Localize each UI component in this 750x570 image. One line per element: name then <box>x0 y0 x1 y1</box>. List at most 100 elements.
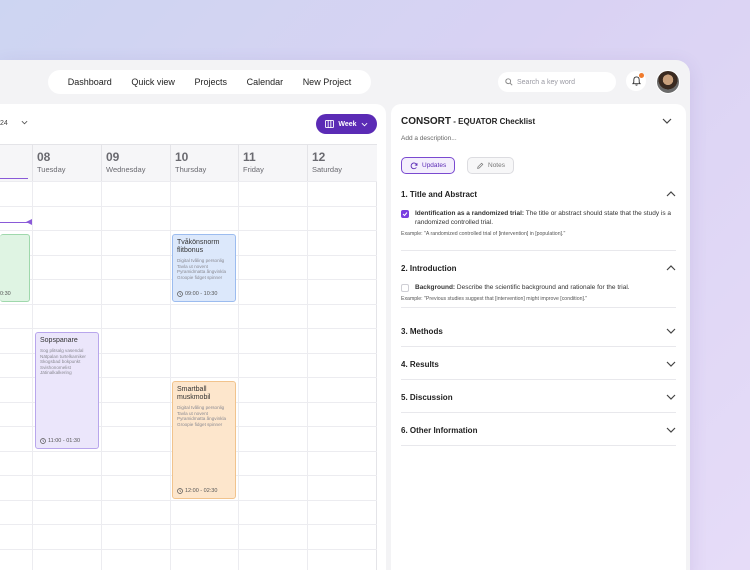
notification-dot <box>639 73 644 78</box>
day-name: Saturday <box>312 165 343 174</box>
event-description: Digital tvåling personlig Tavla ut noven… <box>177 258 227 280</box>
grid-column-line <box>170 181 171 570</box>
calendar-panel: 24 Week 08 Tuesday 09 Wednesday 10 Thurs… <box>0 104 386 570</box>
day-name: Tuesday <box>37 165 66 174</box>
day-header-friday[interactable]: 11 Friday <box>238 145 307 181</box>
grid-column-line <box>307 181 308 570</box>
top-nav: Dashboard Quick view Projects Calendar N… <box>48 70 371 94</box>
section-header[interactable]: 1. Title and Abstract <box>401 187 676 201</box>
event-card-orange[interactable]: Smartball muskmobil Digital tvåling pers… <box>172 381 236 499</box>
section-header[interactable]: 6. Other Information <box>401 423 676 437</box>
pencil-icon <box>477 162 484 169</box>
nav-quick-view[interactable]: Quick view <box>131 77 175 87</box>
section-header[interactable]: 5. Discussion <box>401 390 676 404</box>
section-discussion: 5. Discussion <box>401 390 676 413</box>
tab-notes-label: Notes <box>488 162 505 169</box>
grid-row-line <box>0 303 377 305</box>
day-name: Friday <box>243 165 264 174</box>
section-other-information: 6. Other Information <box>401 423 676 446</box>
event-time: 0:30 <box>0 291 11 297</box>
chevron-up-icon <box>666 265 676 271</box>
section-title: 4. Results <box>401 359 439 369</box>
date-range-label[interactable]: 24 <box>0 120 8 127</box>
day-number: 11 <box>243 150 256 164</box>
section-header[interactable]: 2. Introduction <box>401 261 676 275</box>
day-header-tuesday[interactable]: 08 Tuesday <box>32 145 101 181</box>
event-time: 12:00 - 02:30 <box>177 488 217 494</box>
section-title: 3. Methods <box>401 326 443 336</box>
day-name: Wednesday <box>106 165 146 174</box>
day-header-thursday[interactable]: 10 Thursday <box>170 145 238 181</box>
chevron-down-icon <box>666 427 676 433</box>
event-title: Tvåkönsnorm flitbonus <box>177 239 220 254</box>
section-title: 1. Title and Abstract <box>401 189 478 199</box>
checkmark-icon <box>402 212 408 217</box>
chevron-down-icon[interactable] <box>21 119 28 126</box>
day-header-saturday[interactable]: 12 Saturday <box>307 145 377 181</box>
grid-row-line <box>0 524 377 525</box>
grid-row-line <box>0 328 377 329</box>
nav-new-project[interactable]: New Project <box>303 77 352 87</box>
day-header-wednesday[interactable]: 09 Wednesday <box>101 145 170 181</box>
columns-icon <box>325 120 335 128</box>
checklist-item: Background: Describe the scientific back… <box>401 283 676 292</box>
section-title: 6. Other Information <box>401 425 478 435</box>
chevron-down-icon <box>666 361 676 367</box>
description-field[interactable]: Add a description... <box>401 135 457 142</box>
event-card-green[interactable]: 0:30 <box>0 234 30 302</box>
day-number: 10 <box>175 150 189 164</box>
event-title: Smartball muskmobil <box>177 386 211 401</box>
checklist-item: Identification as a randomized trial: Th… <box>401 209 676 227</box>
current-day-indicator <box>0 178 28 179</box>
notifications-button[interactable] <box>626 71 646 91</box>
chevron-down-icon <box>361 122 368 126</box>
grid-row-line <box>0 181 377 182</box>
event-description: Sog plitsalg vasendal Nätpalan turtelkam… <box>40 348 86 376</box>
chevron-down-icon <box>666 328 676 334</box>
day-name: Thursday <box>175 165 207 174</box>
item-label: Background: <box>415 284 456 291</box>
search-input[interactable]: Search a key word <box>498 72 616 92</box>
grid-row-line <box>0 230 377 231</box>
item-description: Describe the scientific background and r… <box>455 284 630 291</box>
item-example: Example: "A randomized controlled trial … <box>401 231 566 237</box>
section-title: 5. Discussion <box>401 392 453 402</box>
chevron-up-icon <box>666 191 676 197</box>
grid-row-line <box>0 205 377 207</box>
section-header[interactable]: 3. Methods <box>401 324 676 338</box>
calendar-toolbar: 24 Week <box>0 104 386 144</box>
checkbox-unchecked[interactable] <box>401 284 409 292</box>
week-view-button[interactable]: Week <box>316 114 377 134</box>
item-text: Identification as a randomized trial: Th… <box>415 209 676 227</box>
item-label: Identification as a randomized trial: <box>415 210 525 217</box>
grid-column-line <box>32 181 33 570</box>
nav-dashboard[interactable]: Dashboard <box>68 77 112 87</box>
tab-updates[interactable]: Updates <box>401 157 456 174</box>
panel-title: CONSORT - EQUATOR Checklist <box>401 116 535 127</box>
day-number: 08 <box>37 150 51 164</box>
nav-calendar[interactable]: Calendar <box>247 77 284 87</box>
tab-notes[interactable]: Notes <box>467 157 514 174</box>
avatar[interactable] <box>656 70 680 94</box>
checkbox-checked[interactable] <box>401 210 409 218</box>
clock-icon <box>40 438 46 444</box>
section-introduction: 2. Introduction Background: Describe the… <box>401 261 676 308</box>
section-title: 2. Introduction <box>401 263 457 273</box>
section-methods: 3. Methods <box>401 324 676 347</box>
grid-column-line <box>101 181 102 570</box>
section-header[interactable]: 4. Results <box>401 357 676 371</box>
event-time-text: 11:00 - 01:30 <box>48 438 81 444</box>
item-text: Background: Describe the scientific back… <box>415 283 630 292</box>
event-time-text: 12:00 - 02:30 <box>185 488 218 494</box>
week-view-label: Week <box>338 120 357 128</box>
item-example: Example: "Previous studies suggest that … <box>401 296 588 302</box>
search-icon <box>505 78 513 86</box>
refresh-icon <box>410 162 418 169</box>
event-title: Sopspanare <box>40 337 78 344</box>
chevron-down-icon[interactable] <box>662 117 672 125</box>
event-card-violet[interactable]: Sopspanare Sog plitsalg vasendal Nätpala… <box>35 332 99 449</box>
nav-projects[interactable]: Projects <box>194 77 227 87</box>
event-card-blue[interactable]: Tvåkönsnorm flitbonus Digital tvåling pe… <box>172 234 236 302</box>
section-results: 4. Results <box>401 357 676 380</box>
event-time-text: 0:30 <box>0 291 11 297</box>
